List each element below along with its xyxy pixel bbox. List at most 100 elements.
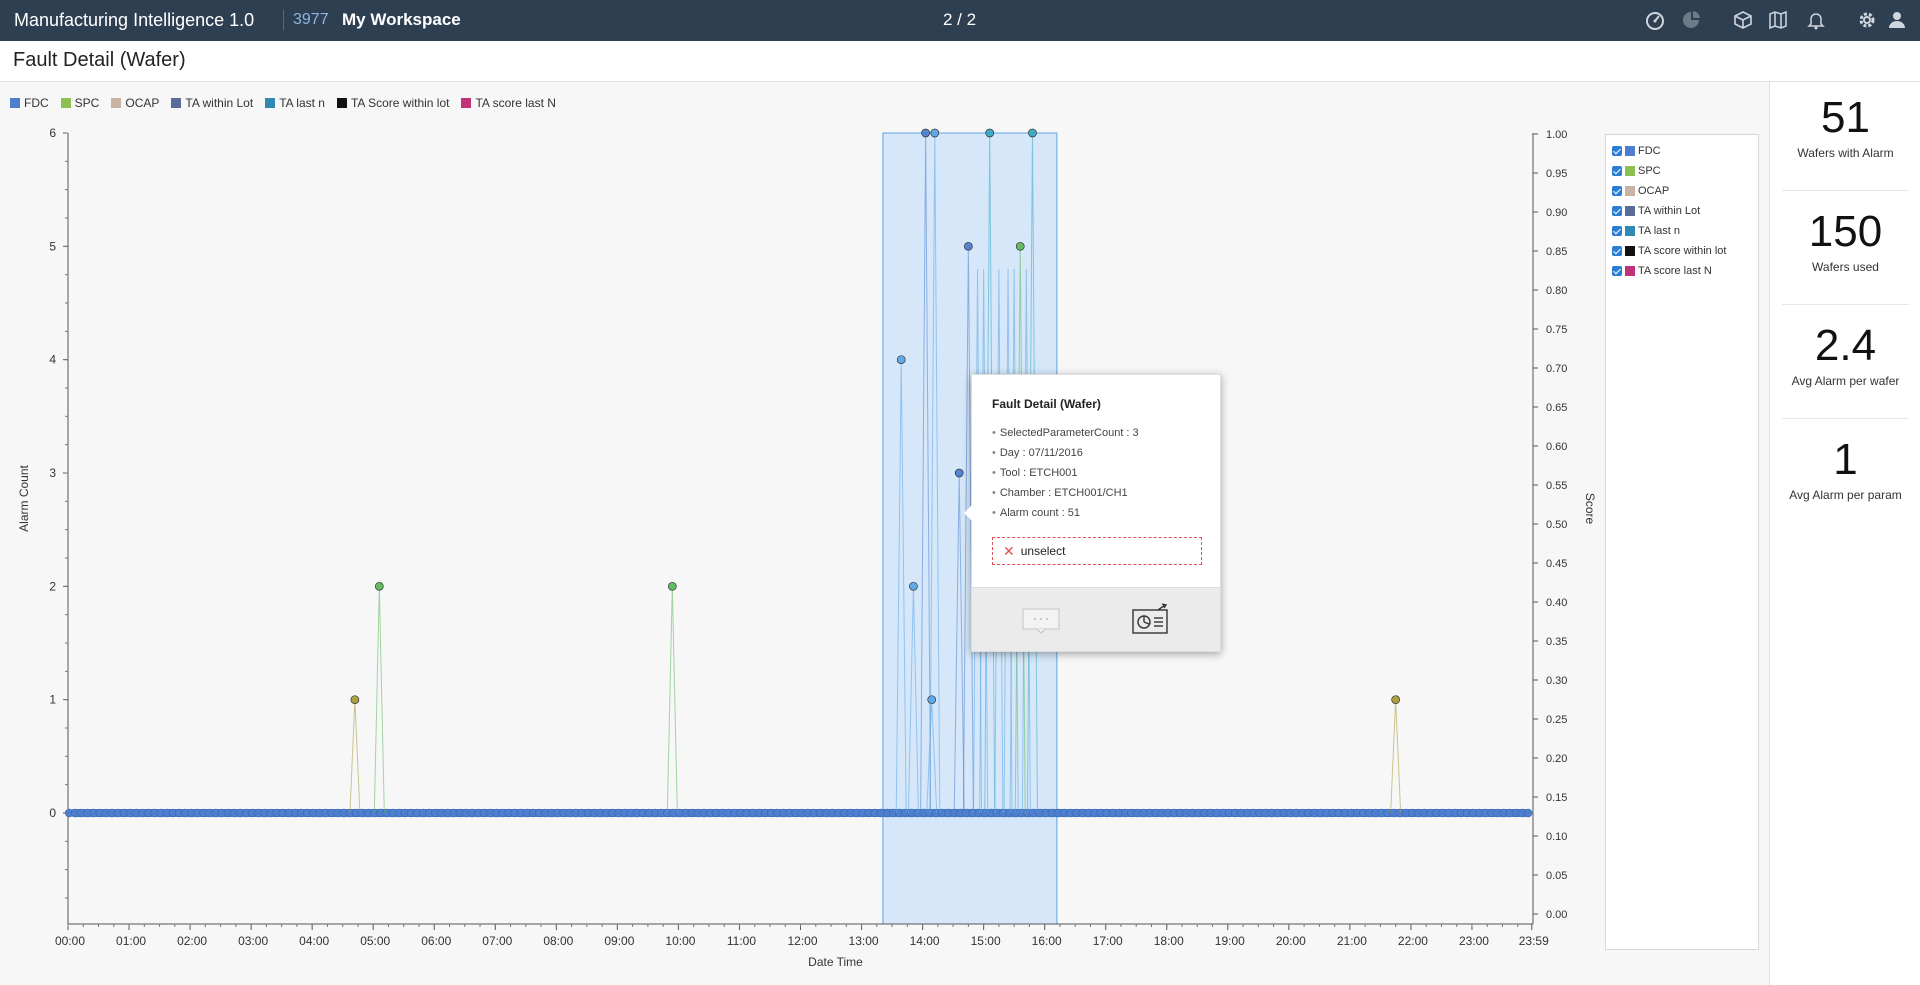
x-tick-label: 10:00 [665, 934, 695, 948]
tooltip-row: • SelectedParameterCount : 3 [992, 427, 1139, 439]
y-tick-label: 3 [49, 466, 56, 480]
tooltip-row: • Chamber : ETCH001/CH1 [992, 487, 1128, 499]
cube-icon[interactable] [1732, 10, 1754, 30]
kpi-avg-alarm-per-param: 1 Avg Alarm per param [1782, 435, 1909, 503]
y-tick-label: 2 [49, 579, 56, 593]
data-point[interactable] [954, 468, 964, 478]
kpi-label: Avg Alarm per param [1789, 488, 1902, 502]
kpi-value: 1 [1833, 435, 1858, 484]
data-point[interactable] [964, 241, 973, 251]
legend-item[interactable]: TA within Lot [171, 95, 253, 111]
y2-tick-label: 0.45 [1546, 558, 1567, 570]
x-tick-label: 20:00 [1276, 934, 1306, 948]
x-tick-label: 07:00 [482, 934, 512, 948]
gear-icon[interactable] [1856, 10, 1878, 30]
x-tick-label: 09:00 [604, 934, 634, 948]
data-point[interactable] [667, 581, 677, 591]
data-point[interactable] [909, 581, 918, 591]
legend-label: FDC [1638, 145, 1661, 157]
data-point[interactable] [374, 581, 384, 591]
legend-item[interactable]: OCAP [1612, 181, 1752, 201]
data-point[interactable] [930, 128, 940, 138]
kpi-value: 150 [1808, 207, 1883, 256]
legend-label: SPC [1638, 165, 1661, 177]
legend-checkbox[interactable] [1612, 206, 1622, 216]
tooltip-actions [972, 587, 1220, 651]
legend-checkbox[interactable] [1612, 246, 1622, 256]
y2-tick-label: 0.75 [1546, 324, 1567, 336]
data-point[interactable] [350, 695, 360, 705]
y2-tick-label: 0.55 [1546, 480, 1567, 492]
kpi-divider [1782, 418, 1909, 419]
series-spike-line [349, 699, 361, 814]
x-tick-label: 00:00 [55, 934, 85, 948]
workspace-name[interactable]: My Workspace [342, 10, 461, 30]
dashboard-icon[interactable] [1644, 10, 1666, 30]
bell-icon[interactable] [1805, 10, 1827, 30]
tooltip-row-text: Alarm count : 51 [999, 507, 1080, 519]
comment-icon[interactable] [1022, 608, 1060, 634]
legend-item[interactable]: TA Score within lot [336, 95, 449, 111]
x-tick-label: 17:00 [1093, 934, 1123, 948]
map-icon[interactable] [1767, 10, 1789, 30]
alarm-chart[interactable]: 0 1 2 3 4 5 6 0.00 0.05 0.10 0.15 0.20 0.25 0.30 0.35 0… [0, 112, 1600, 985]
series-spike-line [373, 586, 385, 814]
legend-item[interactable]: FDC [10, 95, 49, 111]
legend-checkbox[interactable] [1612, 146, 1622, 156]
pie-chart-icon[interactable] [1680, 10, 1702, 30]
legend-checkbox[interactable] [1612, 166, 1622, 176]
data-point[interactable] [1028, 128, 1037, 138]
user-icon[interactable] [1886, 10, 1908, 30]
kpi-divider [1782, 190, 1909, 191]
legend-item[interactable]: TA within Lot [1612, 201, 1752, 221]
legend-item[interactable]: FDC [1612, 141, 1752, 161]
app-title: Manufacturing Intelligence 1.0 [14, 10, 255, 30]
x-tick-label: 21:00 [1337, 934, 1367, 948]
x-tick-label: 14:00 [910, 934, 940, 948]
series-spike-line [1390, 699, 1402, 814]
legend-item[interactable]: TA score last N [1612, 261, 1752, 281]
legend-swatch [336, 98, 347, 108]
share-report-icon[interactable] [1132, 602, 1170, 634]
kpi-value: 2.4 [1814, 321, 1877, 370]
x-tick-label: 16:00 [1032, 934, 1062, 948]
page-title: Fault Detail (Wafer) [13, 49, 186, 71]
legend-label: TA score last N [1638, 265, 1712, 277]
legend-item[interactable]: TA score within lot [1612, 241, 1752, 261]
legend-item[interactable]: OCAP [111, 95, 159, 111]
x-tick-label: 22:00 [1398, 934, 1428, 948]
legend-item[interactable]: SPC [1612, 161, 1752, 181]
legend-item[interactable]: SPC [60, 95, 99, 111]
kpi-avg-alarm-per-wafer: 2.4 Avg Alarm per wafer [1782, 321, 1909, 389]
legend-checkbox[interactable] [1612, 266, 1622, 276]
fdc-zero-point[interactable] [1523, 808, 1533, 818]
legend-label: OCAP [1638, 185, 1670, 197]
legend-item[interactable]: TA last n [1612, 221, 1752, 241]
x-tick-label: 05:00 [360, 934, 390, 948]
data-point[interactable] [985, 128, 995, 138]
tooltip-row: • Tool : ETCH001 [992, 467, 1078, 479]
data-point[interactable] [921, 128, 930, 138]
legend-checkbox[interactable] [1612, 186, 1622, 196]
kpi-label: Avg Alarm per wafer [1791, 374, 1900, 388]
data-point[interactable] [1391, 695, 1401, 705]
y2-tick-label: 0.50 [1546, 519, 1567, 531]
series-spike-line [666, 586, 678, 814]
unselect-button[interactable]: ✕ unselect [992, 537, 1202, 565]
y2-tick-label: 0.10 [1546, 831, 1567, 843]
workspace-id[interactable]: 3977 [293, 11, 329, 29]
tooltip-row: • Alarm count : 51 [992, 507, 1080, 519]
data-point[interactable] [927, 695, 937, 705]
x-tick-label: 12:00 [787, 934, 817, 948]
y2-tick-label: 0.05 [1546, 870, 1567, 882]
data-point[interactable] [896, 355, 906, 365]
legend-item[interactable]: TA score last N [461, 95, 556, 111]
kpi-divider [1782, 304, 1909, 305]
x-tick-label: 23:00 [1459, 934, 1489, 948]
legend-swatch [461, 98, 472, 108]
legend-item[interactable]: TA last n [265, 95, 325, 111]
legend-checkbox[interactable] [1612, 226, 1622, 236]
legend-swatch [1625, 246, 1635, 256]
data-point[interactable] [1015, 241, 1025, 251]
y2-tick-label: 0.70 [1546, 363, 1567, 375]
